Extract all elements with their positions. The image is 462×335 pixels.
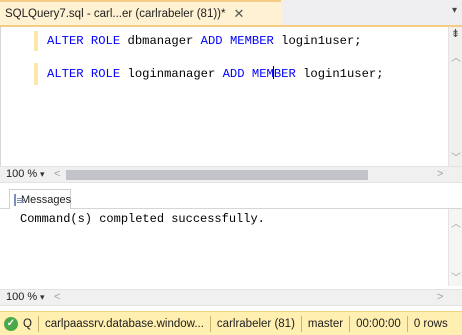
zoom-dropdown-icon[interactable]: ▾	[40, 169, 45, 180]
results-tab-strip: Messages	[0, 187, 462, 209]
close-icon[interactable]: ✕	[233, 7, 244, 20]
scroll-down-icon[interactable]: ﹀	[449, 149, 462, 164]
results-zoom-bar: 100 % ▾ < >	[0, 289, 462, 306]
scroll-right-icon[interactable]: >	[437, 168, 443, 180]
editor-zoom-bar: 100 % ▾ < >	[0, 166, 462, 183]
scroll-right-icon[interactable]: >	[437, 291, 443, 303]
messages-icon	[14, 193, 24, 206]
success-icon: ✓	[4, 316, 18, 331]
scroll-up-icon[interactable]: ︿	[449, 49, 462, 64]
scroll-up-icon[interactable]: ︿	[449, 215, 462, 230]
tab-messages[interactable]: Messages	[9, 189, 71, 209]
status-user: carlrabeler (81)	[209, 315, 301, 332]
change-marker	[34, 63, 38, 85]
code-line-1: ALTER ROLE dbmanager ADD MEMBER login1us…	[47, 34, 362, 48]
document-tab-title: SQLQuery7.sql - carl...er (carlrabeler (…	[5, 7, 226, 20]
change-marker	[34, 31, 38, 51]
result-message: Command(s) completed successfully.	[20, 212, 265, 226]
status-bar: ✓ Q carlpaassrv.database.window... carlr…	[0, 311, 462, 335]
zoom-level[interactable]: 100 %	[6, 168, 37, 180]
zoom-dropdown-icon[interactable]: ▾	[40, 292, 45, 303]
status-rows: 0 rows	[406, 315, 454, 332]
zoom-level[interactable]: 100 %	[6, 291, 37, 303]
status-elapsed: 00:00:00	[349, 315, 407, 332]
query-status-label: Q	[23, 317, 32, 330]
scroll-left-icon[interactable]: <	[54, 168, 60, 180]
messages-vertical-scrollbar[interactable]: ︿ ﹀	[448, 209, 462, 286]
query-editor[interactable]: ALTER ROLE dbmanager ADD MEMBER login1us…	[0, 27, 448, 166]
horizontal-scroll-thumb[interactable]	[66, 170, 368, 180]
scroll-left-icon[interactable]: <	[54, 291, 60, 303]
document-tab[interactable]: SQLQuery7.sql - carl...er (carlrabeler (…	[0, 0, 281, 25]
editor-vertical-scrollbar[interactable]: ︿ ﹀	[448, 27, 462, 166]
code-line-2: ALTER ROLE loginmanager ADD MEMBER login…	[47, 66, 384, 81]
scroll-down-icon[interactable]: ﹀	[449, 269, 462, 284]
status-database: master	[300, 315, 349, 332]
split-pane-icon[interactable]: ⇟	[450, 29, 461, 40]
tab-messages-label: Messages	[21, 193, 72, 206]
messages-pane: Command(s) completed successfully.	[0, 209, 448, 286]
status-server: carlpaassrv.database.window...	[37, 315, 210, 332]
tab-list-dropdown-icon[interactable]: ▾	[452, 5, 457, 16]
document-tab-strip: SQLQuery7.sql - carl...er (carlrabeler (…	[0, 0, 462, 27]
